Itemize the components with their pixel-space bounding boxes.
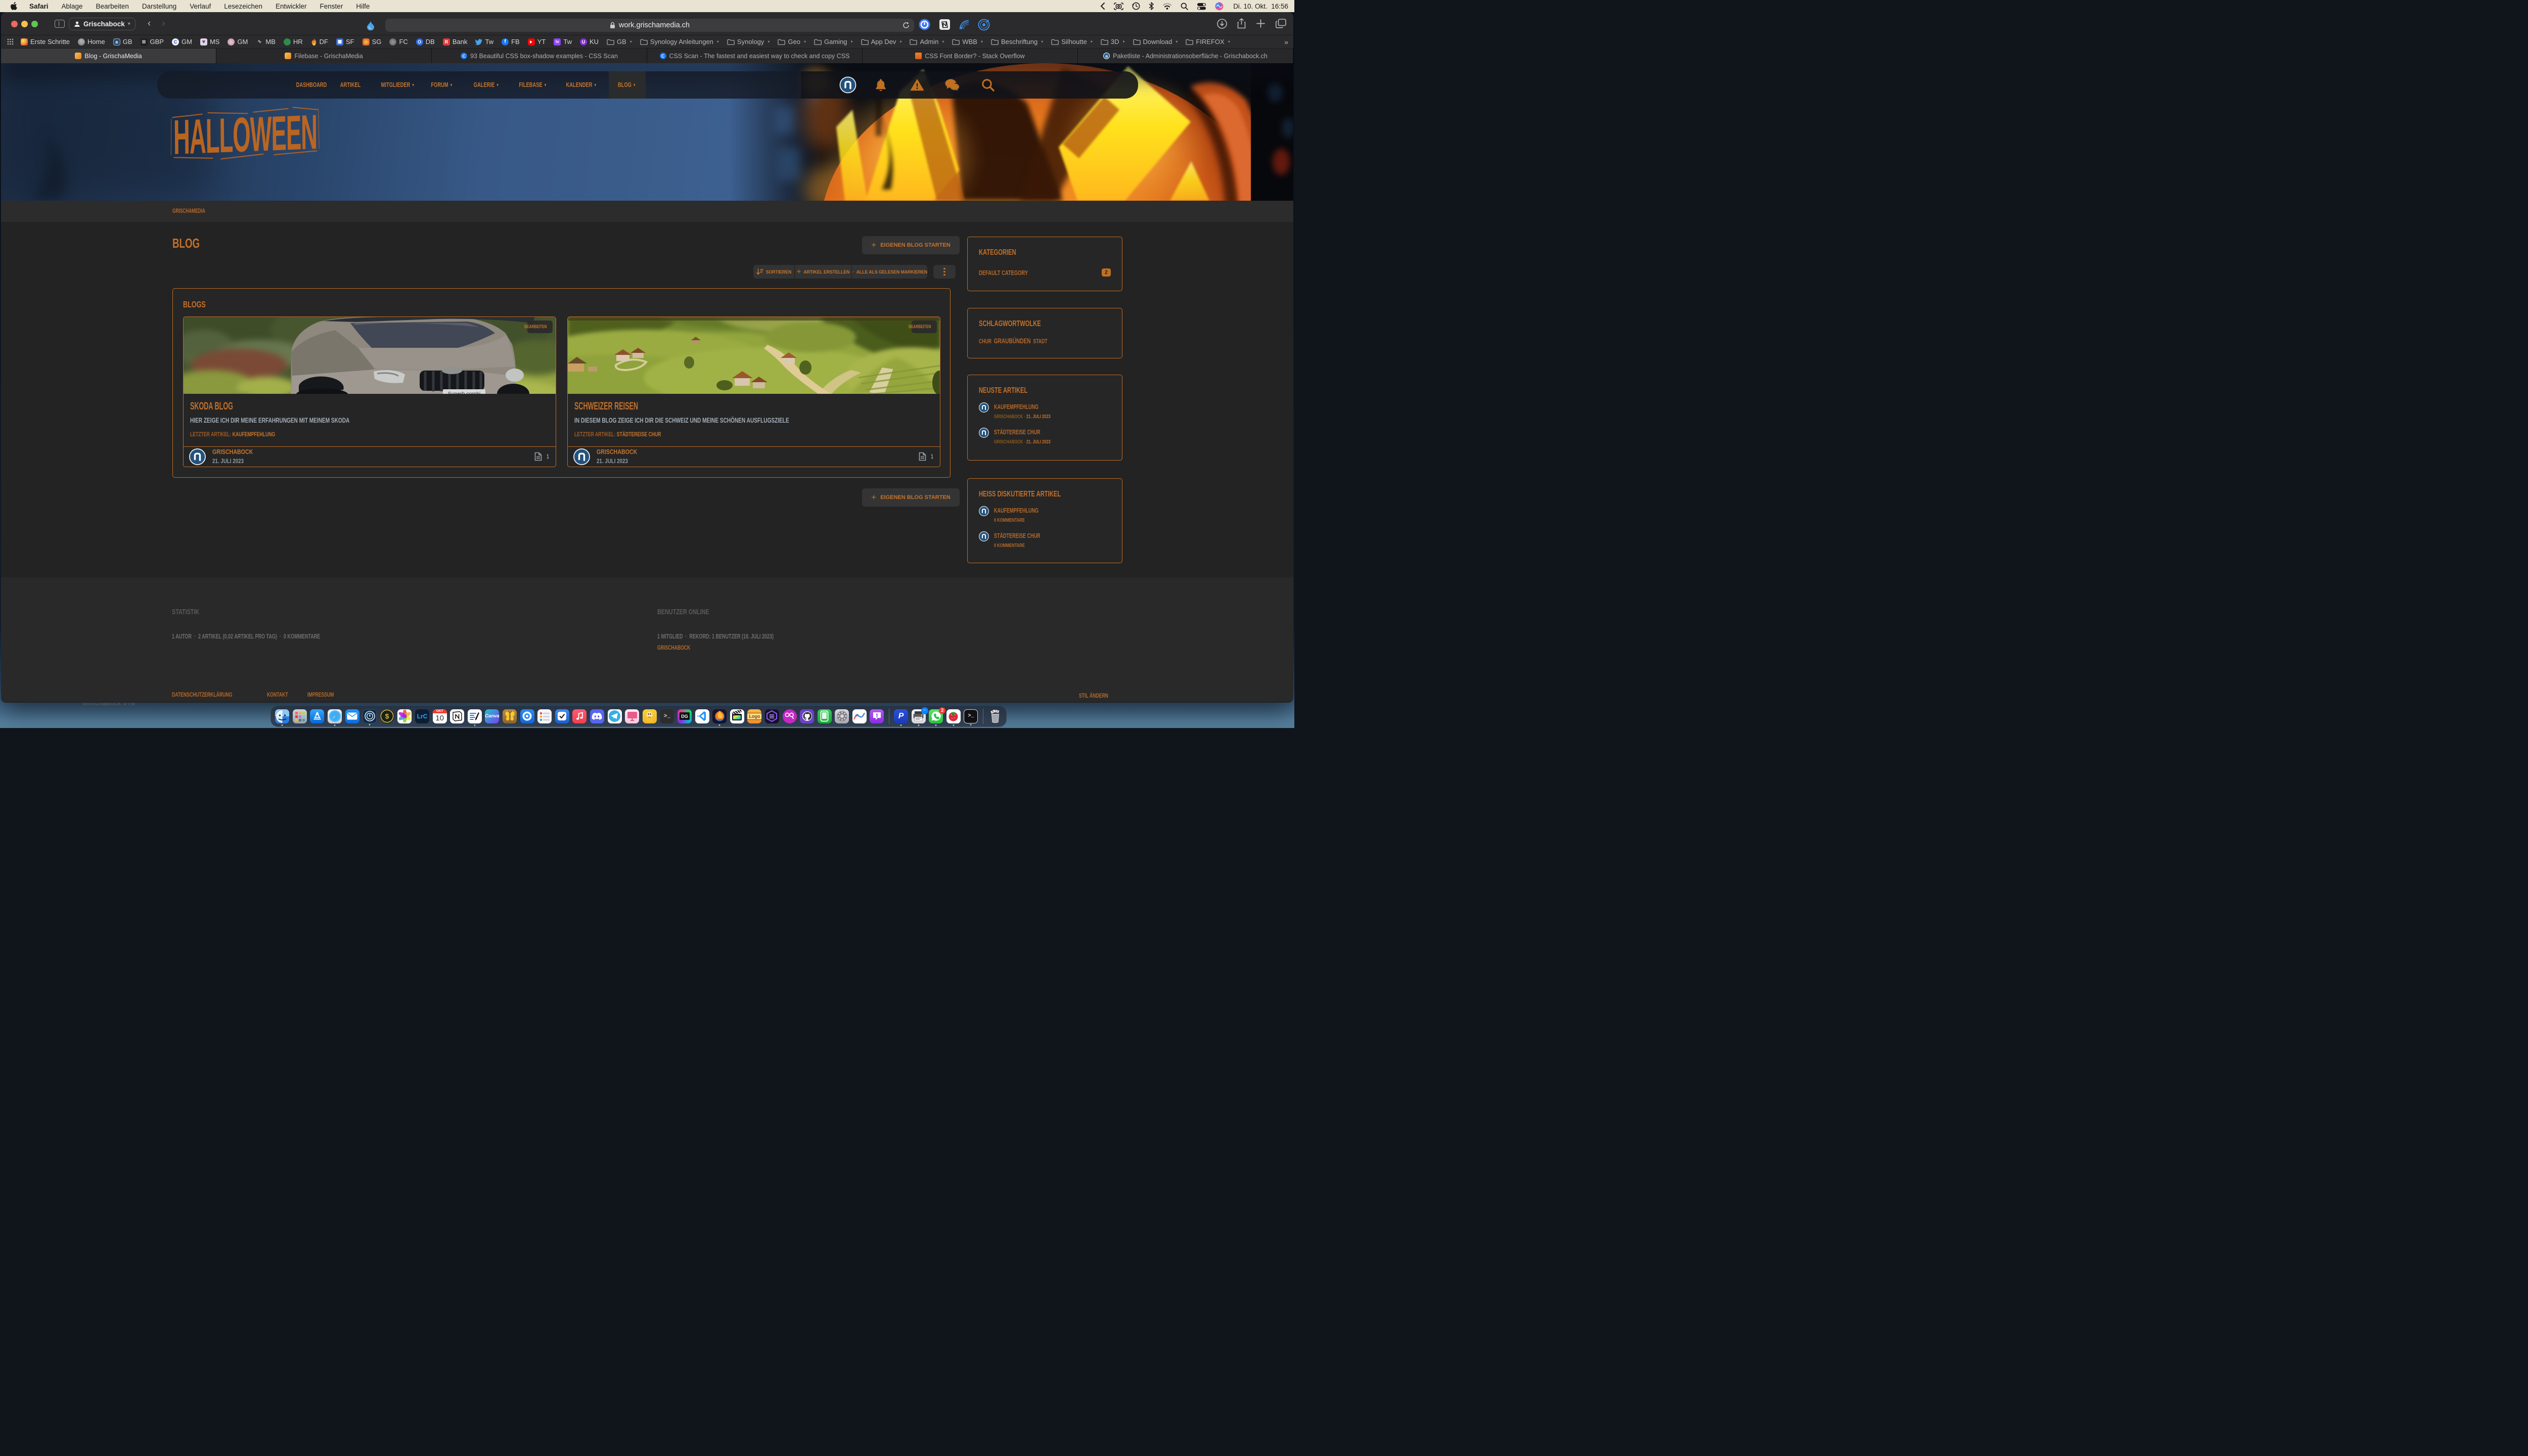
svg-text:$: $ (385, 712, 389, 720)
svg-text:Superb combi: Superb combi (448, 391, 481, 394)
